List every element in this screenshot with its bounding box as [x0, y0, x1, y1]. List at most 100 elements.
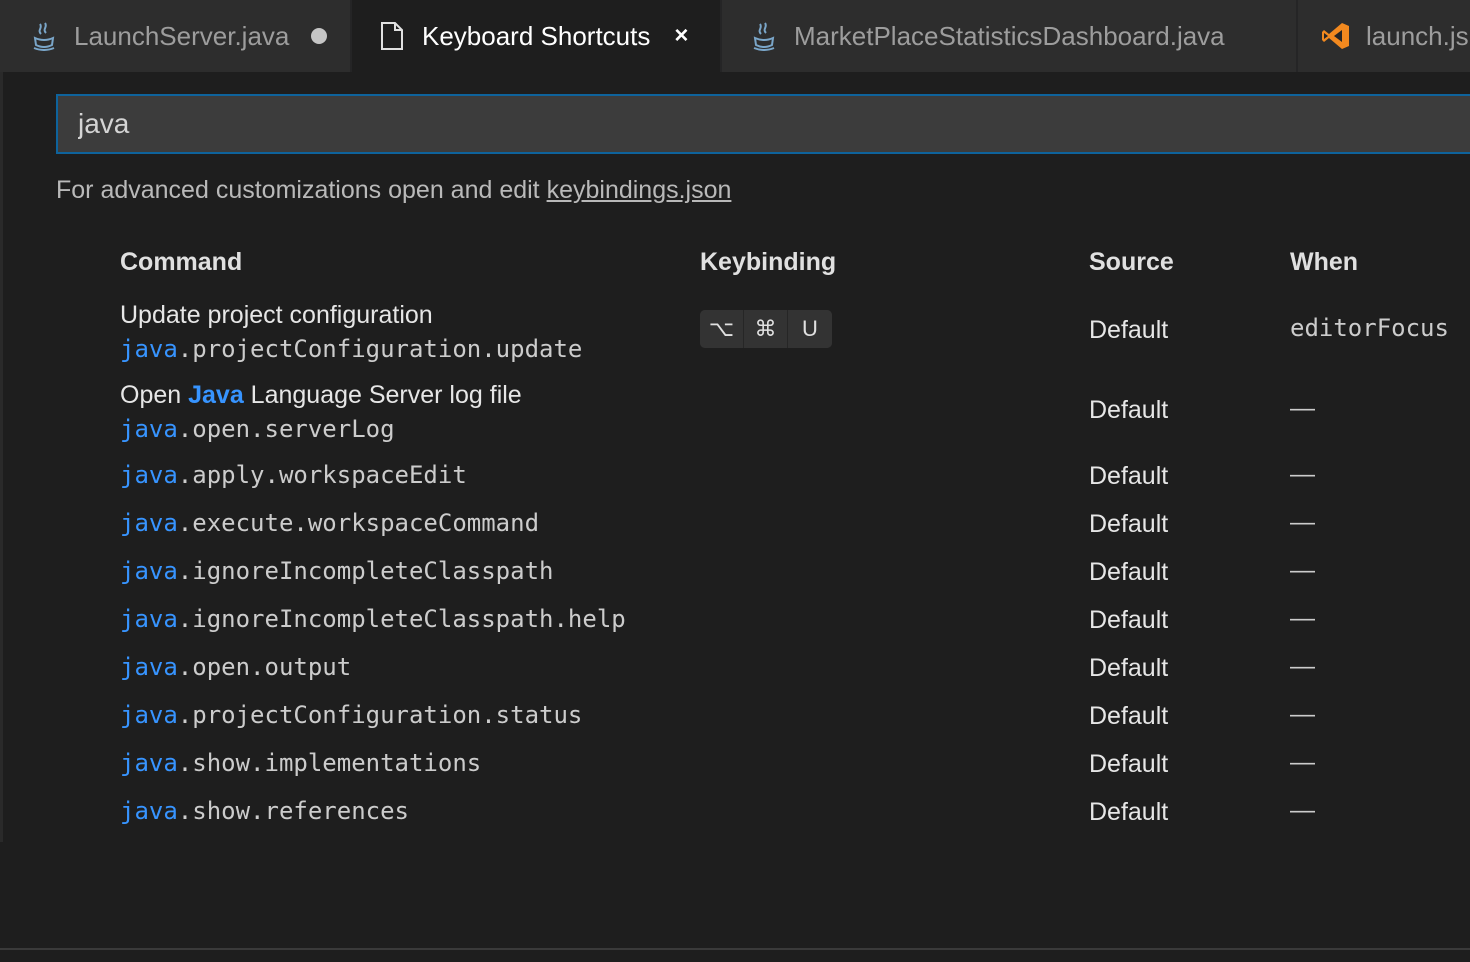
command-cell: Update project configuration java.projec…: [120, 298, 582, 366]
command-cell: java.show.references: [120, 794, 409, 828]
when-cell: —: [1290, 604, 1315, 632]
command-id-match: java: [120, 509, 178, 537]
command-title: Update project configuration: [120, 301, 433, 329]
when-cell: —: [1290, 508, 1315, 536]
source-cell: Default: [1089, 316, 1169, 344]
tab-marketplace-dashboard-java[interactable]: MarketPlaceStatisticsDashboard.java: [722, 0, 1298, 72]
dirty-indicator-icon[interactable]: [311, 28, 328, 44]
command-id: java.execute.workspaceCommand: [120, 506, 539, 540]
source-cell: Default: [1089, 606, 1169, 634]
tab-bar: LaunchServer.java Keyboard Shortcuts × M…: [0, 0, 1470, 72]
keybindings-table: Command Keybinding Source When Update pr…: [56, 234, 1470, 836]
table-row[interactable]: java.show.implementations Default —: [56, 740, 1470, 788]
command-key: ⌘: [744, 310, 788, 348]
when-cell: —: [1290, 460, 1315, 488]
command-id-rest: .ignoreIncompleteClasspath.help: [177, 605, 626, 633]
table-row[interactable]: Open Java Language Server log file java.…: [56, 372, 1470, 452]
source-cell: Default: [1089, 462, 1169, 490]
tab-launchserver-java[interactable]: LaunchServer.java: [0, 0, 352, 72]
command-id: java.projectConfiguration.status: [120, 698, 582, 732]
command-id-rest: .show.implementations: [177, 749, 482, 777]
tab-launch-js[interactable]: launch.js: [1298, 0, 1470, 72]
command-title-match: Java: [188, 381, 244, 409]
when-cell: —: [1290, 748, 1315, 776]
command-id: java.projectConfiguration.update: [120, 332, 582, 366]
command-id-rest: .projectConfiguration.status: [177, 701, 583, 729]
source-cell: Default: [1089, 702, 1169, 730]
vscode-logo-icon: [1320, 20, 1352, 52]
command-id-match: java: [120, 605, 178, 633]
close-icon[interactable]: ×: [668, 22, 694, 49]
table-row[interactable]: java.projectConfiguration.status Default…: [56, 692, 1470, 740]
hint-text: For advanced customizations open and edi…: [56, 176, 547, 204]
command-id-rest: .open.output: [177, 653, 352, 681]
command-cell: java.execute.workspaceCommand: [120, 506, 539, 540]
search-box: [56, 94, 1470, 154]
command-id-match: java: [120, 335, 178, 363]
command-id-rest: .apply.workspaceEdit: [177, 461, 467, 489]
command-title-pre: Open: [120, 381, 189, 409]
command-id-rest: .ignoreIncompleteClasspath: [177, 557, 554, 585]
table-header: Command Keybinding Source When: [56, 234, 1470, 292]
command-cell: java.ignoreIncompleteClasspath.help: [120, 602, 626, 636]
table-row[interactable]: Update project configuration java.projec…: [56, 292, 1470, 372]
when-cell: —: [1290, 394, 1315, 422]
column-header-command[interactable]: Command: [120, 248, 242, 277]
column-header-source[interactable]: Source: [1089, 248, 1174, 277]
keyboard-shortcuts-editor: LaunchServer.java Keyboard Shortcuts × M…: [0, 0, 1470, 962]
command-id-rest: .execute.workspaceCommand: [177, 509, 540, 537]
when-cell: —: [1290, 700, 1315, 728]
source-cell: Default: [1089, 750, 1169, 778]
command-id-match: java: [120, 797, 178, 825]
command-id: java.ignoreIncompleteClasspath.help: [120, 602, 626, 636]
option-key: ⌥: [700, 310, 744, 348]
file-icon: [376, 20, 408, 52]
source-cell: Default: [1089, 558, 1169, 586]
command-cell: java.apply.workspaceEdit: [120, 458, 467, 492]
table-row[interactable]: java.show.references Default —: [56, 788, 1470, 836]
command-id-match: java: [120, 749, 178, 777]
source-cell: Default: [1089, 654, 1169, 682]
table-row[interactable]: java.open.output Default —: [56, 644, 1470, 692]
table-row[interactable]: java.ignoreIncompleteClasspath Default —: [56, 548, 1470, 596]
tab-label: LaunchServer.java: [74, 20, 290, 51]
source-cell: Default: [1089, 510, 1169, 538]
source-cell: Default: [1089, 798, 1169, 826]
when-cell: —: [1290, 796, 1315, 824]
command-cell: java.projectConfiguration.status: [120, 698, 582, 732]
customization-hint: For advanced customizations open and edi…: [56, 176, 731, 205]
editor-left-edge: [0, 72, 3, 842]
column-header-when[interactable]: When: [1290, 248, 1358, 277]
panel-divider: [0, 948, 1470, 950]
when-cell: —: [1290, 556, 1315, 584]
table-row[interactable]: java.execute.workspaceCommand Default —: [56, 500, 1470, 548]
command-title: Open Java Language Server log file: [120, 378, 522, 412]
command-id: java.ignoreIncompleteClasspath: [120, 554, 553, 588]
command-id: java.open.output: [120, 650, 351, 684]
column-header-keybinding[interactable]: Keybinding: [700, 248, 836, 277]
command-cell: Open Java Language Server log file java.…: [120, 378, 522, 446]
command-cell: java.open.output: [120, 650, 351, 684]
command-id-rest: .open.serverLog: [177, 415, 395, 443]
command-id-rest: .show.references: [177, 797, 409, 825]
table-row[interactable]: java.ignoreIncompleteClasspath.help Defa…: [56, 596, 1470, 644]
command-id-rest: .projectConfiguration.update: [177, 335, 583, 363]
command-id: java.show.references: [120, 794, 409, 828]
keybindings-json-link[interactable]: keybindings.json: [547, 176, 732, 204]
command-id-match: java: [120, 415, 178, 443]
command-id: java.open.serverLog: [120, 412, 522, 446]
java-coffee-icon: [748, 20, 780, 52]
search-input[interactable]: [58, 96, 1470, 152]
command-id-match: java: [120, 461, 178, 489]
command-cell: java.ignoreIncompleteClasspath: [120, 554, 553, 588]
command-id: java.show.implementations: [120, 746, 481, 780]
keybinding-cell: ⌥ ⌘ U: [700, 310, 832, 348]
command-id-match: java: [120, 653, 178, 681]
java-coffee-icon: [28, 20, 60, 52]
tab-keyboard-shortcuts[interactable]: Keyboard Shortcuts ×: [352, 0, 722, 72]
tab-label: MarketPlaceStatisticsDashboard.java: [794, 20, 1225, 51]
u-key: U: [788, 310, 832, 348]
tab-label: Keyboard Shortcuts: [422, 20, 651, 51]
command-title-post: Language Server log file: [243, 381, 522, 409]
table-row[interactable]: java.apply.workspaceEdit Default —: [56, 452, 1470, 500]
